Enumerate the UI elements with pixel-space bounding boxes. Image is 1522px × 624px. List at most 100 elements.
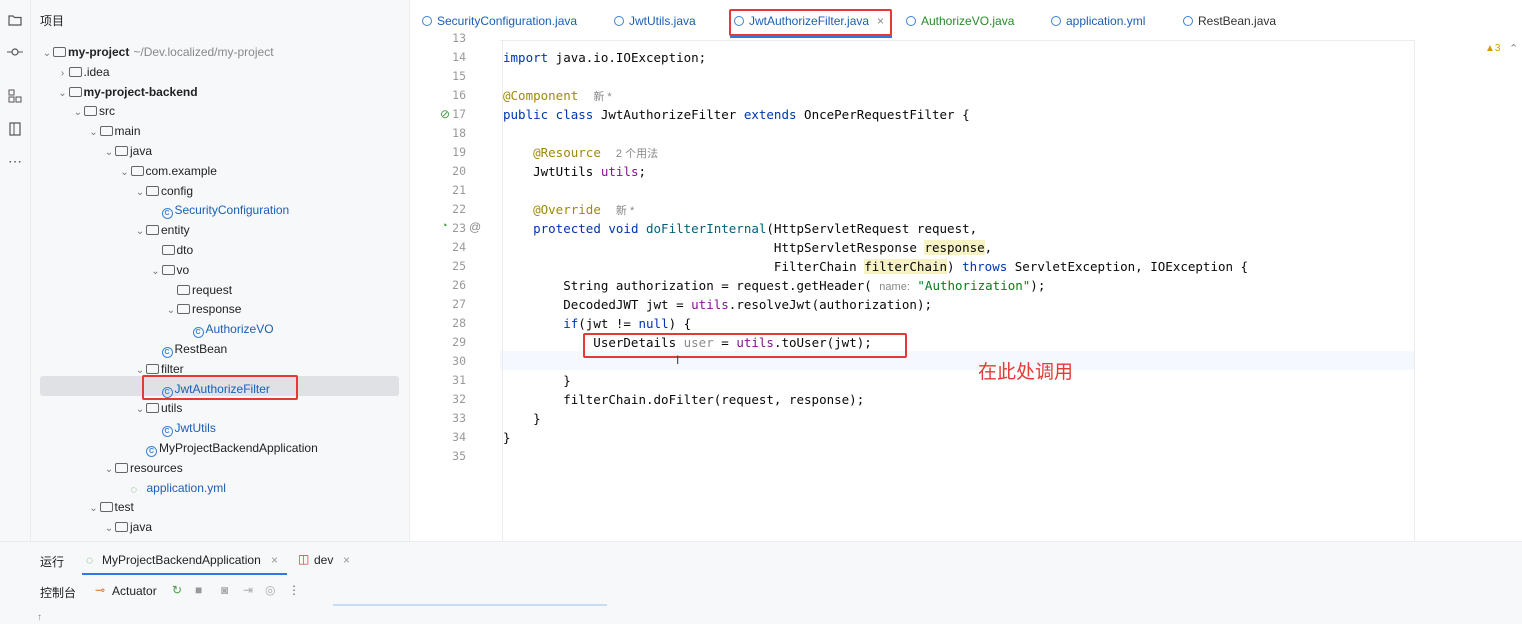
run-tab-dev[interactable]: dev: [314, 553, 333, 567]
tree-item[interactable]: ◌ application.yml: [31, 478, 409, 498]
exit-icon[interactable]: ⇥: [243, 583, 253, 597]
line-number: 21: [452, 183, 466, 197]
stop-icon[interactable]: ■: [195, 583, 202, 597]
code-line-20: JwtUtils utils;: [503, 164, 647, 179]
rerun-icon[interactable]: ↻: [172, 583, 182, 597]
folder-icon: [53, 47, 66, 57]
chevron-up-icon[interactable]: ⌃: [1509, 42, 1518, 55]
tree-item-label: entity: [161, 223, 190, 238]
tree-item[interactable]: ⌄ response: [31, 299, 409, 319]
tree-item[interactable]: ⌄ entity: [31, 220, 409, 240]
more-icon[interactable]: ⋯: [5, 151, 25, 171]
more-vertical-icon[interactable]: ⋮: [288, 583, 300, 597]
code-editor[interactable]: import java.io.IOException; @Component 新…: [502, 40, 1415, 541]
tree-item[interactable]: ⌄ test: [31, 497, 409, 517]
warning-count[interactable]: ▲3: [1485, 43, 1500, 54]
tree-item-label: java: [130, 144, 153, 158]
tree-item[interactable]: C JwtUtils: [31, 418, 409, 438]
dev-icon: ◫: [298, 552, 310, 566]
tree-item[interactable]: ⌄ config: [31, 181, 409, 201]
line-number: 24: [452, 240, 466, 254]
editor-tab[interactable]: RestBean.java: [1183, 8, 1276, 34]
tree-item-label: dto: [176, 243, 194, 257]
editor-tab[interactable]: AuthorizeVO.java: [906, 8, 1014, 34]
line-number: 33: [452, 411, 466, 425]
close-icon[interactable]: ×: [271, 553, 278, 567]
tree-item[interactable]: ⌄ src: [31, 101, 409, 121]
folder-icon: [68, 66, 82, 77]
progress-bar: [333, 604, 607, 606]
bookmarks-icon[interactable]: [5, 119, 25, 139]
yml-icon: ◌: [130, 483, 138, 496]
project-panel: 项目 ⌄ my-project ~/Dev.localized/my-project…: [31, 0, 410, 541]
folder-icon: [99, 502, 113, 513]
tree-item[interactable]: C MyProjectBackendApplication: [31, 438, 409, 458]
tree-item[interactable]: ⌄ main: [31, 121, 409, 141]
folder-icon: [99, 126, 113, 137]
folder-icon: [177, 304, 190, 315]
override-icon[interactable]: ◔: [441, 220, 448, 232]
tree-highlight-box: [142, 375, 298, 400]
line-number: 30: [452, 354, 466, 368]
tree-item[interactable]: C AuthorizeVO: [31, 319, 409, 339]
camera-icon[interactable]: ◙: [221, 583, 228, 597]
debug-icon[interactable]: ◎: [265, 583, 275, 597]
chevron-down-icon[interactable]: ⌄: [103, 519, 115, 539]
tab-highlight-box: [729, 9, 892, 36]
tree-item-label: .idea: [83, 64, 110, 79]
folder-icon: [146, 185, 159, 196]
annotation-note: 在此处调用: [978, 361, 1074, 383]
tree-item-label: my-project-backend: [83, 84, 198, 99]
close-icon[interactable]: ×: [343, 553, 350, 567]
folder-icon[interactable]: [5, 10, 25, 30]
console-tab[interactable]: 控制台: [40, 584, 76, 601]
tree-item[interactable]: ⌄ utils: [31, 398, 409, 418]
tree-item[interactable]: ⌄ vo: [31, 260, 409, 280]
tree-item-label: config: [161, 183, 194, 198]
tree-item[interactable]: ⌄ my-project-backend: [31, 82, 409, 102]
scroll-up-icon[interactable]: ↑: [37, 612, 42, 623]
bean-icon[interactable]: ⊘: [440, 107, 450, 121]
tree-item[interactable]: ⌄ java: [31, 141, 409, 161]
line-number: 35: [452, 449, 466, 463]
tree-item[interactable]: ⌄ java: [31, 517, 409, 537]
folder-icon: [146, 363, 159, 374]
line-number: 14: [452, 50, 466, 64]
structure-icon[interactable]: [5, 86, 25, 106]
tree-item-label: MyProjectBackendApplication: [159, 441, 318, 455]
folder-icon: [68, 86, 82, 97]
editor-tab[interactable]: JwtUtils.java: [614, 8, 696, 34]
actuator-tab[interactable]: Actuator: [112, 584, 157, 598]
line-number: 17: [452, 107, 466, 121]
tree-item[interactable]: ⌄ com.example: [31, 161, 409, 181]
tree-item[interactable]: C RestBean: [31, 339, 409, 359]
bottom-panel: 运行 ◌ MyProjectBackendApplication × ◫ dev…: [0, 541, 1522, 624]
run-tab-app[interactable]: MyProjectBackendApplication: [102, 553, 261, 567]
class-icon: [906, 16, 916, 26]
line-number: 31: [452, 373, 466, 387]
text-cursor-icon: I: [676, 353, 680, 367]
tree-item[interactable]: ⌄ resources: [31, 458, 409, 478]
editor-tab[interactable]: application.yml: [1051, 8, 1145, 34]
folder-icon: [146, 403, 159, 414]
code-line-25: FilterChain filterChain) throws ServletE…: [503, 259, 1249, 274]
tree-item[interactable]: request: [31, 280, 409, 300]
run-config-icon: ◌: [86, 553, 94, 567]
folder-icon: [177, 284, 190, 295]
code-line-24: HttpServletResponse response,: [503, 240, 993, 255]
line-number: 32: [452, 392, 466, 406]
class-icon: C: [192, 327, 204, 339]
tree-item-label: com.example: [145, 163, 217, 178]
code-line-26: String authorization = request.getHeader…: [503, 278, 1046, 293]
tree-item[interactable]: › .idea: [31, 62, 409, 82]
line-number: 19: [452, 145, 466, 159]
commit-icon[interactable]: [5, 42, 25, 62]
line-number: 28: [452, 316, 466, 330]
tree-item[interactable]: ⌄ my-project ~/Dev.localized/my-project: [31, 42, 409, 62]
tool-window-stripe: ⋯: [0, 0, 31, 623]
tree-item[interactable]: dto: [31, 240, 409, 260]
editor-tab-label: JwtUtils.java: [629, 14, 696, 28]
line-number: 16: [452, 88, 466, 102]
at-icon[interactable]: @: [469, 220, 481, 234]
tree-item[interactable]: C SecurityConfiguration: [31, 200, 409, 220]
